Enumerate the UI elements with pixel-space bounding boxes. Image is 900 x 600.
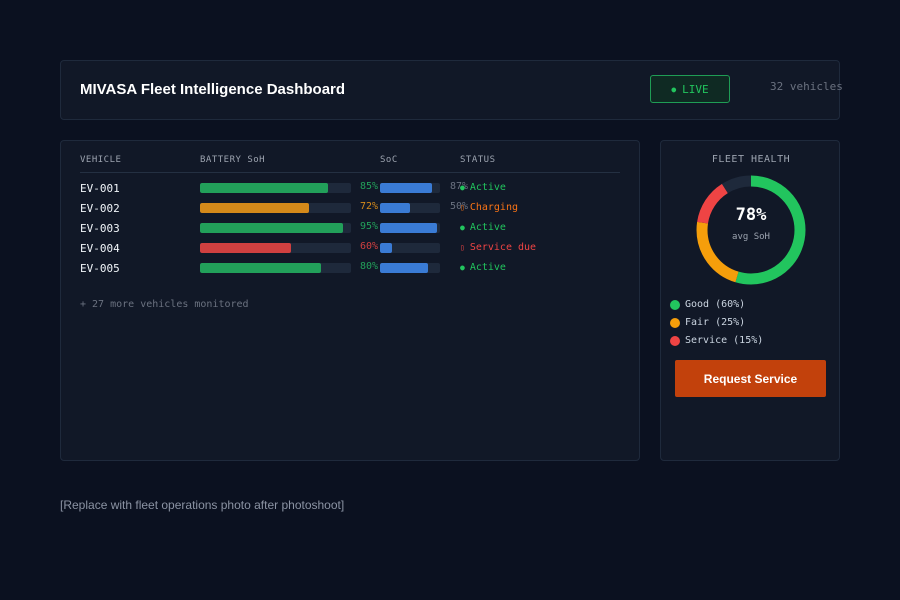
legend-dot-service-icon [670, 335, 680, 346]
table-row: EV-001 85% 87% ● Active [61, 180, 641, 196]
soh-percent: 95% [360, 221, 379, 232]
vehicle-count: 32 vehicles [770, 80, 843, 93]
vehicle-id: EV-001 [80, 182, 120, 195]
live-dot-icon: ● [671, 84, 677, 94]
soc-bar-fill [380, 263, 428, 273]
more-vehicles-note: + 27 more vehicles monitored [80, 299, 249, 310]
page-title: MIVASA Fleet Intelligence Dashboard [80, 81, 346, 98]
column-header-status: STATUS [460, 155, 496, 165]
soc-bar [380, 183, 440, 193]
vehicle-id: EV-005 [80, 262, 120, 275]
fleet-health-title: FLEET HEALTH [711, 154, 791, 165]
soc-bar-fill [380, 183, 433, 193]
photo-placeholder-text: [Replace with fleet operations photo aft… [60, 498, 345, 512]
column-header-vehicle: VEHICLE [80, 155, 122, 165]
soh-bar [200, 223, 351, 233]
column-header-battery-soh: BATTERY SoH [200, 155, 266, 165]
soc-bar-fill [380, 203, 410, 213]
soh-bar-fill [200, 243, 291, 253]
status-badge: ● Active [460, 262, 506, 273]
table-row: EV-003 95% ● Active [61, 220, 641, 236]
request-service-button[interactable]: Request Service [675, 360, 826, 397]
header-bar: MIVASA Fleet Intelligence Dashboard ● LI… [60, 60, 843, 120]
live-label: LIVE [682, 82, 709, 96]
vehicle-table-panel: VEHICLE BATTERY SoH SoC STATUS EV-001 85%… [60, 140, 640, 461]
status-badge: ● Active [460, 182, 506, 193]
soc-bar [380, 243, 440, 253]
status-icon: ▯ [460, 243, 465, 252]
status-badge: ▯ Service due [460, 242, 536, 253]
avg-soh-label: avg SoH [732, 232, 770, 242]
table-row: EV-002 72% 50% ▯ Charging [61, 200, 641, 216]
legend-item-service: Service (15%) [670, 335, 763, 346]
status-icon: ▯ [460, 203, 465, 212]
soh-bar [200, 263, 351, 273]
status-badge: ▯ Charging [460, 202, 518, 213]
legend-dot-good-icon [670, 299, 680, 310]
soh-bar-fill [200, 203, 309, 213]
fleet-health-donut [696, 175, 806, 285]
soh-bar [200, 183, 351, 193]
status-badge: ● Active [460, 222, 506, 233]
soc-bar [380, 263, 440, 273]
legend-label-good: Good (60%) [685, 299, 746, 310]
status-label: Active [469, 262, 506, 273]
live-status-badge: ● LIVE [650, 75, 730, 103]
soc-bar-fill [380, 223, 437, 233]
soh-percent: 72% [360, 201, 379, 212]
soh-bar-fill [200, 183, 329, 193]
soc-bar-fill [380, 243, 392, 253]
soc-bar [380, 223, 440, 233]
soh-percent: 80% [360, 261, 379, 272]
status-label: Active [469, 222, 506, 233]
status-label: Service due [469, 242, 537, 253]
column-header-soc: SoC [380, 155, 398, 165]
soh-percent: 60% [360, 241, 379, 252]
legend-dot-fair-icon [670, 317, 680, 328]
soh-percent: 85% [360, 181, 379, 192]
vehicle-id: EV-002 [80, 202, 120, 215]
legend-label-service: Service (15%) [685, 335, 764, 346]
status-icon: ● [460, 263, 465, 272]
status-icon: ● [460, 183, 465, 192]
legend-item-good: Good (60%) [670, 299, 745, 310]
vehicle-id: EV-003 [80, 222, 120, 235]
status-icon: ● [460, 223, 465, 232]
legend-item-fair: Fair (25%) [670, 317, 745, 328]
status-label: Charging [469, 202, 518, 213]
soh-bar [200, 203, 351, 213]
status-label: Active [469, 182, 506, 193]
soh-bar-fill [200, 223, 344, 233]
soc-bar [380, 203, 440, 213]
vehicle-id: EV-004 [80, 242, 120, 255]
soh-bar [200, 243, 351, 253]
avg-soh-value: 78% [735, 205, 767, 225]
legend-label-fair: Fair (25%) [685, 317, 746, 328]
table-row: EV-005 80% ● Active [61, 260, 641, 276]
table-row: EV-004 60% ▯ Service due [61, 240, 641, 256]
fleet-health-panel: FLEET HEALTH 78% avg SoH Good (60%) Fair… [660, 140, 840, 461]
table-divider [80, 172, 620, 173]
soh-bar-fill [200, 263, 321, 273]
